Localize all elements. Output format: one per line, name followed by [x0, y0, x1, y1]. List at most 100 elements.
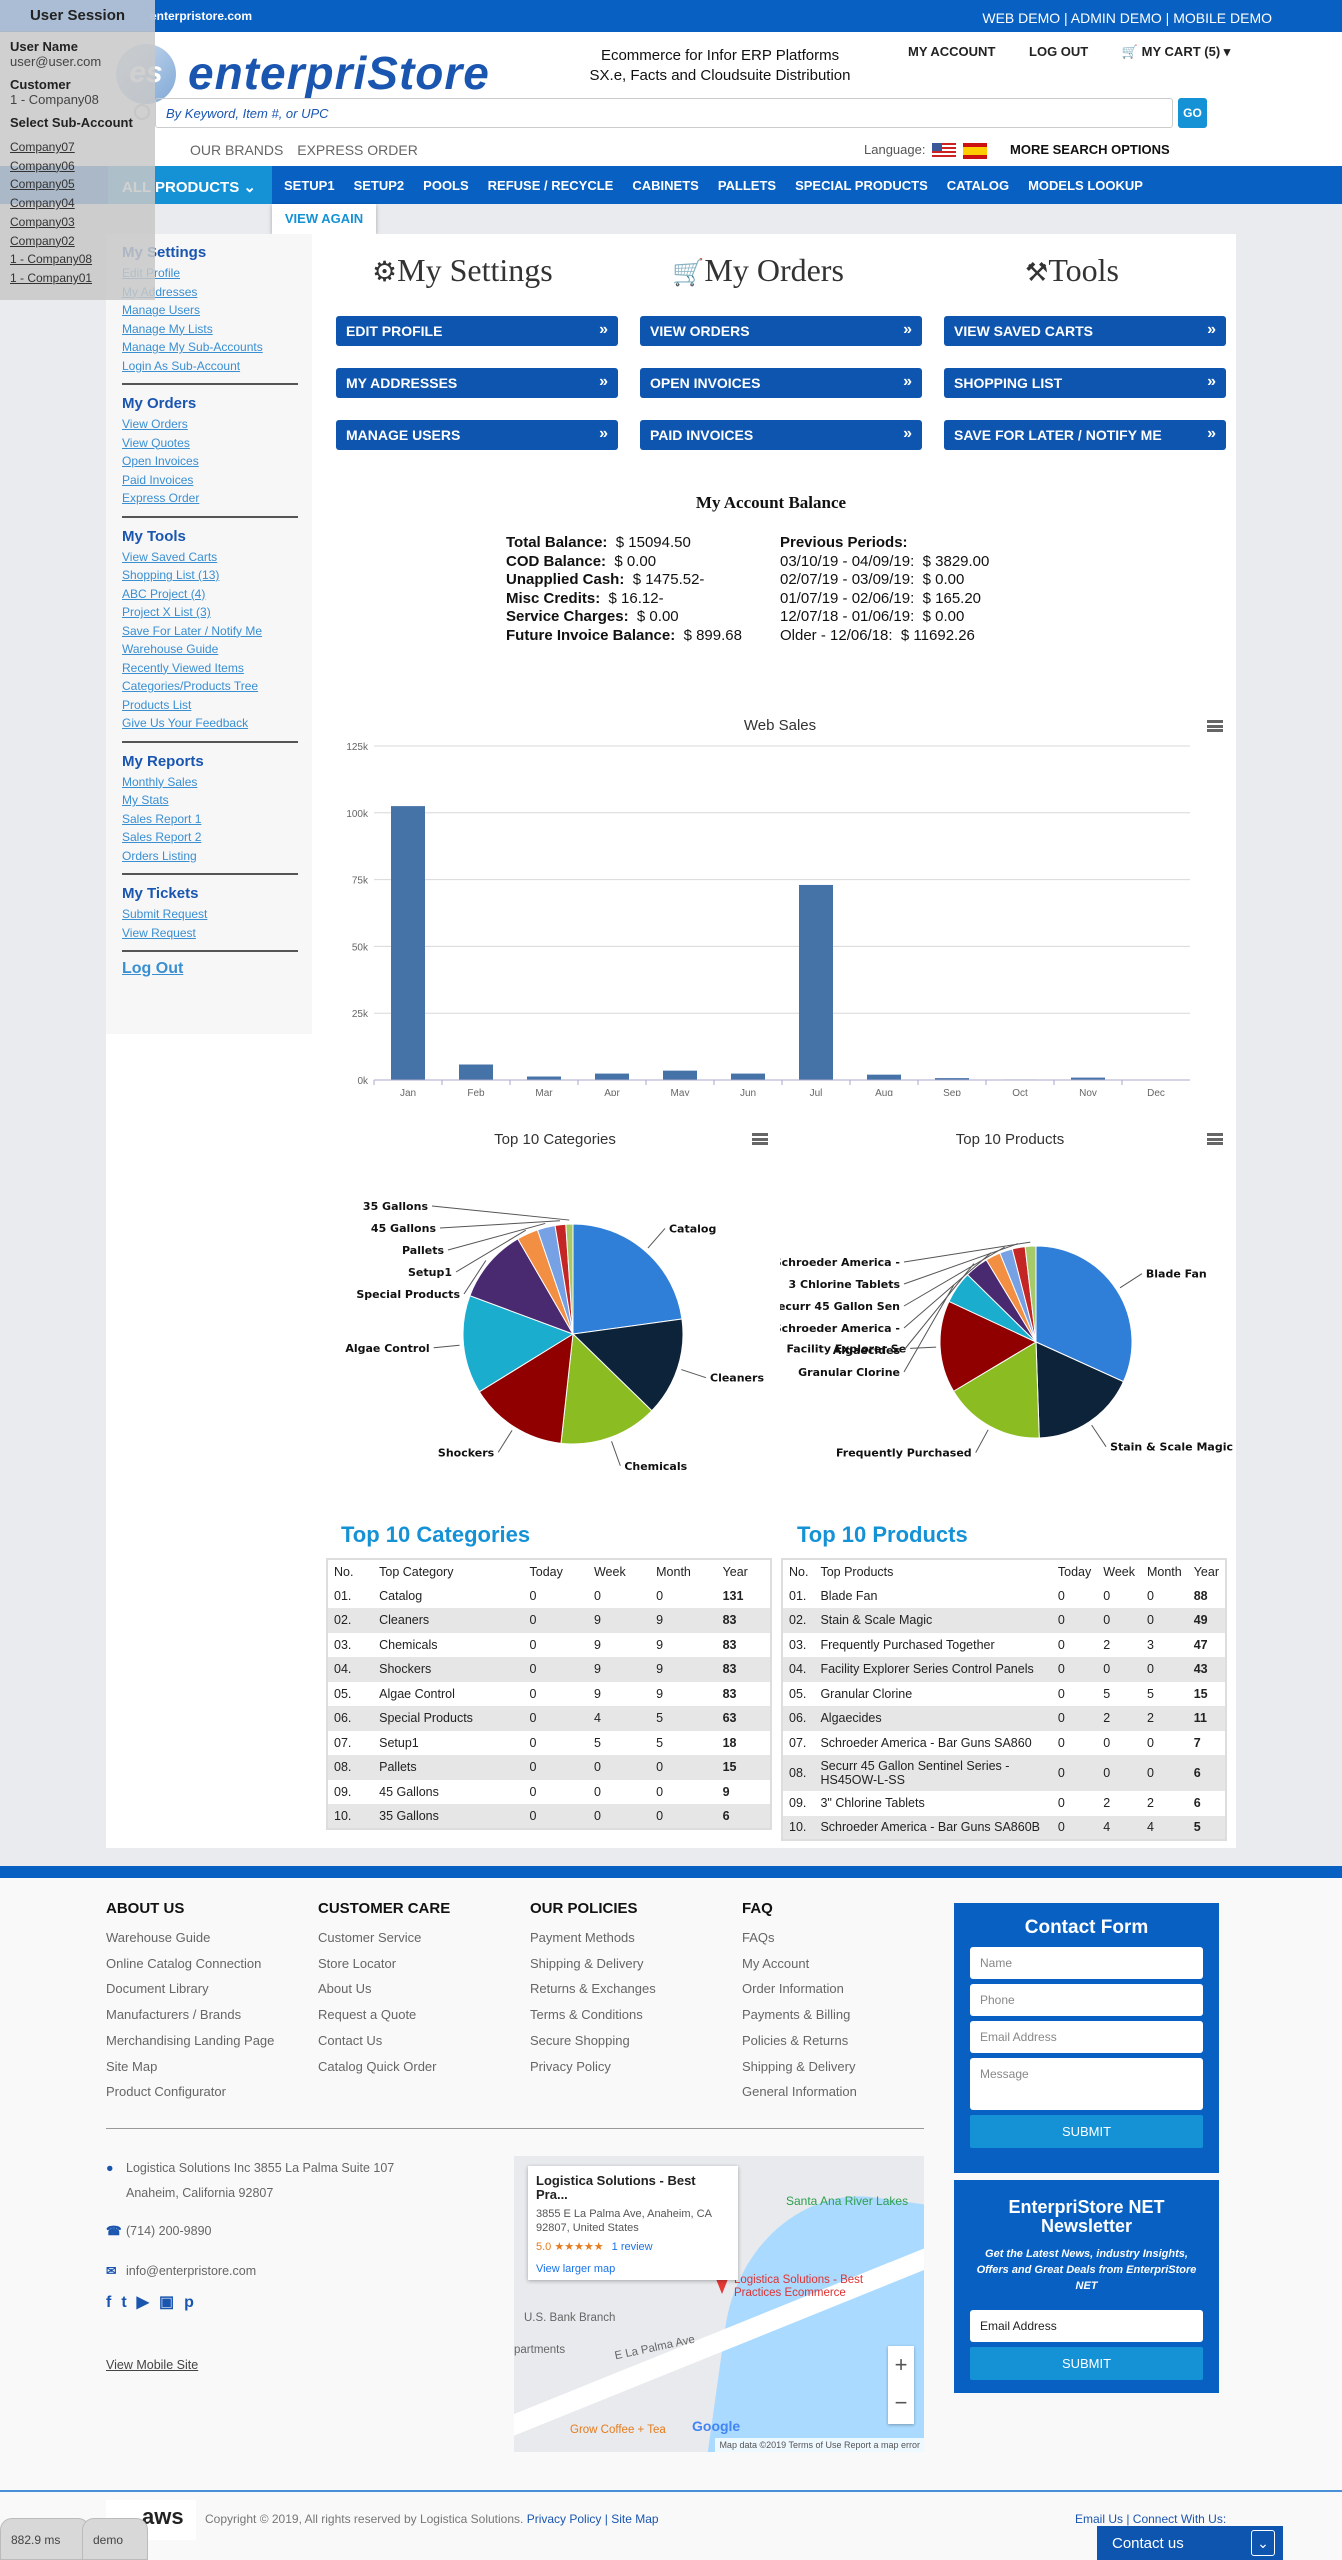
footer-link[interactable]: Privacy Policy — [530, 2054, 656, 2080]
sidebar-link[interactable]: Login As Sub-Account — [122, 357, 312, 376]
footer-link[interactable]: Site Map — [106, 2054, 274, 2080]
subaccount-link[interactable]: 1 - Company08 — [10, 250, 145, 269]
our-brands-link[interactable]: OUR BRANDS — [190, 142, 283, 158]
sidebar-link[interactable]: Manage My Sub-Accounts — [122, 338, 312, 357]
nav-item[interactable]: POOLS — [423, 178, 469, 193]
chart-menu-icon[interactable] — [752, 1133, 768, 1145]
newsletter-submit-button[interactable]: SUBMIT — [970, 2347, 1203, 2380]
sidebar-link[interactable]: Open Invoices — [122, 452, 312, 471]
footer-link[interactable]: Returns & Exchanges — [530, 1976, 656, 2002]
log-out-link[interactable]: LOG OUT — [1029, 44, 1088, 59]
pinterest-icon[interactable]: p — [184, 2294, 204, 2311]
chevron-down-icon[interactable]: ⌄ — [1251, 2530, 1275, 2556]
nav-item[interactable]: PALLETS — [718, 178, 776, 193]
sidebar-link[interactable]: View Saved Carts — [122, 548, 312, 567]
name-field[interactable]: Name — [970, 1947, 1203, 1979]
demo-links[interactable]: WEB DEMO | ADMIN DEMO | MOBILE DEMO — [982, 10, 1272, 26]
sidebar-link[interactable]: Project X List (3) — [122, 603, 312, 622]
sidebar-link[interactable]: Shopping List (13) — [122, 566, 312, 585]
footer-link[interactable]: General Information — [742, 2079, 857, 2105]
view-saved-carts-button[interactable]: VIEW SAVED CARTS » — [944, 316, 1226, 346]
us-flag-icon[interactable] — [932, 142, 957, 159]
sidebar-link[interactable]: Monthly Sales — [122, 773, 312, 792]
subaccount-link[interactable]: Company06 — [10, 157, 145, 176]
footer-link[interactable]: Secure Shopping — [530, 2028, 656, 2054]
footer-link[interactable]: Document Library — [106, 1976, 274, 2002]
footer-link[interactable]: Shipping & Delivery — [530, 1951, 656, 1977]
edit-profile-button[interactable]: EDIT PROFILE » — [336, 316, 618, 346]
view-again-button[interactable]: VIEW AGAIN — [272, 204, 376, 234]
footer-link[interactable]: About Us — [318, 1976, 450, 2002]
my-account-link[interactable]: MY ACCOUNT — [908, 44, 995, 59]
zoom-out-button[interactable]: − — [888, 2384, 914, 2422]
footer-link[interactable]: Store Locator — [318, 1951, 450, 1977]
nav-item[interactable]: REFUSE / RECYCLE — [488, 178, 614, 193]
footer-link[interactable]: Terms & Conditions — [530, 2002, 656, 2028]
chart-menu-icon[interactable] — [1207, 720, 1223, 732]
twitter-icon[interactable]: t — [121, 2294, 136, 2311]
logout-link[interactable]: Log Out — [122, 960, 312, 979]
sidebar-link[interactable]: ABC Project (4) — [122, 585, 312, 604]
express-order-link[interactable]: EXPRESS ORDER — [297, 142, 418, 158]
footer-link[interactable]: Merchandising Landing Page — [106, 2028, 274, 2054]
email[interactable]: ✉ info@enterpristore.com — [106, 2263, 256, 2278]
footer-link[interactable]: Contact Us — [318, 2028, 450, 2054]
sidebar-link[interactable]: View Request — [122, 924, 312, 943]
sidebar-link[interactable]: View Quotes — [122, 434, 312, 453]
sidebar-link[interactable]: Express Order — [122, 489, 312, 508]
paid-invoices-button[interactable]: PAID INVOICES » — [640, 420, 922, 450]
email-field[interactable]: Email Address — [970, 2021, 1203, 2053]
privacy-policy-link[interactable]: Privacy Policy — [527, 2512, 602, 2526]
youtube-icon[interactable]: ▶ — [137, 2294, 159, 2311]
my-addresses-button[interactable]: MY ADDRESSES » — [336, 368, 618, 398]
subaccount-link[interactable]: 1 - Company01 — [10, 269, 145, 288]
contact-us-widget[interactable]: Contact us ⌄ — [1097, 2526, 1283, 2560]
footer-link[interactable]: Manufacturers / Brands — [106, 2002, 274, 2028]
sidebar-link[interactable]: Products List — [122, 696, 312, 715]
demo-tab[interactable]: demo — [82, 2518, 148, 2560]
sidebar-link[interactable]: Sales Report 1 — [122, 810, 312, 829]
reviews-link[interactable]: 1 review — [612, 2241, 653, 2253]
sidebar-link[interactable]: Give Us Your Feedback — [122, 714, 312, 733]
sidebar-link[interactable]: Recently Viewed Items — [122, 659, 312, 678]
footer-link[interactable]: Online Catalog Connection — [106, 1951, 274, 1977]
sidebar-link[interactable]: Manage Users — [122, 301, 312, 320]
more-search-options[interactable]: MORE SEARCH OPTIONS — [1010, 142, 1170, 157]
footer-link[interactable]: Policies & Returns — [742, 2028, 857, 2054]
footer-link[interactable]: FAQs — [742, 1925, 857, 1951]
subaccount-link[interactable]: Company03 — [10, 213, 145, 232]
open-invoices-button[interactable]: OPEN INVOICES » — [640, 368, 922, 398]
footer-link[interactable]: Order Information — [742, 1976, 857, 2002]
nav-item[interactable]: CATALOG — [947, 178, 1009, 193]
zoom-in-button[interactable]: + — [888, 2346, 914, 2384]
chart-menu-icon[interactable] — [1207, 1133, 1223, 1145]
newsletter-email-field[interactable]: Email Address — [970, 2310, 1203, 2342]
contact-submit-button[interactable]: SUBMIT — [970, 2115, 1203, 2148]
view-mobile-site-link[interactable]: View Mobile Site — [106, 2358, 198, 2372]
nav-item[interactable]: SPECIAL PRODUCTS — [795, 178, 928, 193]
manage-users-button[interactable]: MANAGE USERS » — [336, 420, 618, 450]
nav-item[interactable]: CABINETS — [632, 178, 698, 193]
sidebar-link[interactable]: Submit Request — [122, 905, 312, 924]
footer-link[interactable]: Warehouse Guide — [106, 1925, 274, 1951]
nav-item[interactable]: SETUP1 — [284, 178, 335, 193]
subaccount-link[interactable]: Company05 — [10, 175, 145, 194]
subaccount-link[interactable]: Company07 — [10, 138, 145, 157]
sidebar-link[interactable]: Sales Report 2 — [122, 828, 312, 847]
timer-tab[interactable]: 882.9 ms — [0, 2518, 90, 2560]
shopping-list-button[interactable]: SHOPPING LIST » — [944, 368, 1226, 398]
nav-item[interactable]: MODELS LOOKUP — [1028, 178, 1143, 193]
spain-flag-icon[interactable] — [962, 142, 987, 159]
nav-item[interactable]: SETUP2 — [354, 178, 405, 193]
footer-link[interactable]: Request a Quote — [318, 2002, 450, 2028]
view-larger-map-link[interactable]: View larger map — [536, 2262, 730, 2276]
sidebar-link[interactable]: Manage My Lists — [122, 320, 312, 339]
footer-link[interactable]: Payments & Billing — [742, 2002, 857, 2028]
footer-link[interactable]: Customer Service — [318, 1925, 450, 1951]
go-button[interactable]: GO — [1178, 98, 1207, 128]
sidebar-link[interactable]: My Stats — [122, 791, 312, 810]
sidebar-link[interactable]: Categories/Products Tree — [122, 677, 312, 696]
cart-link[interactable]: 🛒 MY CART (5) ▾ — [1122, 44, 1230, 59]
message-field[interactable]: Message — [970, 2058, 1203, 2110]
sidebar-link[interactable]: Orders Listing — [122, 847, 312, 866]
